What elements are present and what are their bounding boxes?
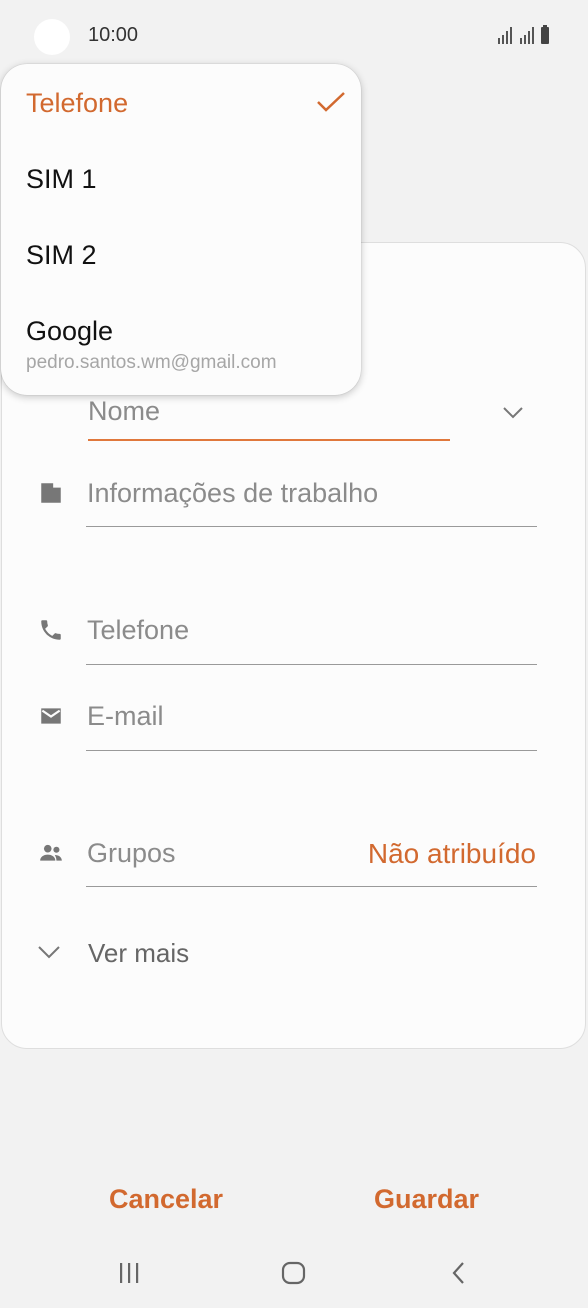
dropdown-item-google[interactable]: Google <box>26 316 113 347</box>
groups-field[interactable]: Grupos <box>87 838 176 869</box>
name-field[interactable]: Nome <box>88 396 160 427</box>
work-info-field[interactable]: Informações de trabalho <box>87 478 378 509</box>
status-icons <box>498 25 549 44</box>
google-account-email: pedro.santos.wm@gmail.com <box>26 352 277 373</box>
signal-icon <box>520 27 534 44</box>
cancel-button[interactable]: Cancelar <box>109 1184 223 1215</box>
chevron-down-icon[interactable] <box>500 402 526 422</box>
groups-underline <box>86 886 537 887</box>
recents-icon[interactable] <box>117 1261 141 1285</box>
save-button[interactable]: Guardar <box>374 1184 479 1215</box>
camera-cutout <box>34 19 70 55</box>
back-icon[interactable] <box>449 1261 469 1285</box>
dropdown-item-sim1[interactable]: SIM 1 <box>26 164 97 195</box>
phone-field[interactable]: Telefone <box>87 615 189 646</box>
groups-value[interactable]: Não atribuído <box>368 838 536 870</box>
phone-underline <box>86 664 537 665</box>
email-field[interactable]: E-mail <box>87 701 164 732</box>
email-icon <box>41 708 61 724</box>
dropdown-item-telefone[interactable]: Telefone <box>26 88 128 119</box>
home-icon[interactable] <box>281 1261 307 1285</box>
name-field-underline <box>88 439 450 441</box>
check-icon <box>317 92 345 112</box>
work-info-underline <box>86 526 537 527</box>
signal-icon <box>498 27 512 44</box>
dropdown-item-sim2[interactable]: SIM 2 <box>26 240 97 271</box>
phone-icon <box>41 620 61 640</box>
email-underline <box>86 750 537 751</box>
see-more-button[interactable]: Ver mais <box>88 938 189 969</box>
status-time: 10:00 <box>88 24 139 46</box>
groups-icon <box>40 844 62 861</box>
building-icon <box>41 483 61 503</box>
chevron-down-icon[interactable] <box>36 942 62 962</box>
battery-icon <box>541 25 549 44</box>
